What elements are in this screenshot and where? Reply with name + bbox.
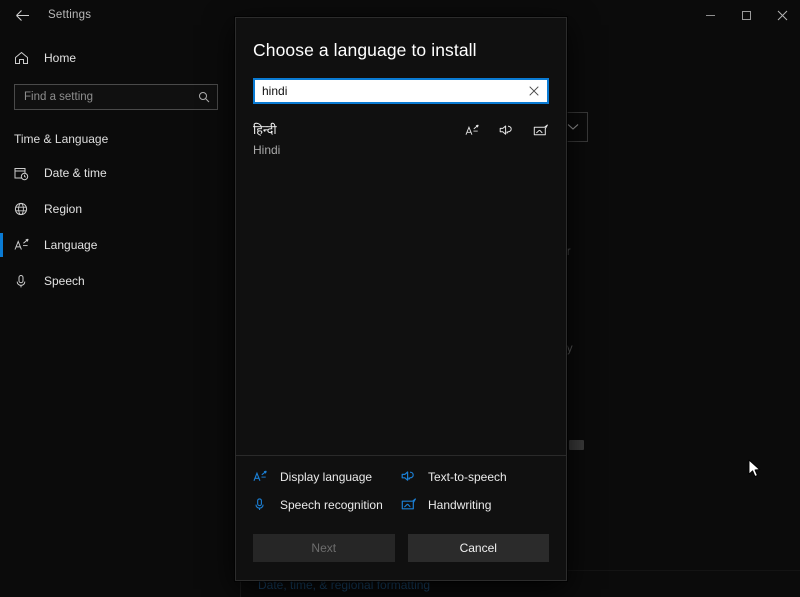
sidebar-item-home[interactable]: Home: [0, 42, 232, 74]
handwriting-icon: [401, 498, 425, 512]
window-title: Settings: [48, 9, 91, 21]
minimize-icon: [705, 10, 716, 21]
legend-label-text-to-speech: Text-to-speech: [428, 470, 507, 484]
back-arrow-icon: [15, 9, 30, 22]
legend-label-speech-recognition: Speech recognition: [280, 498, 383, 512]
legend-item-speech-recognition: Speech recognition: [253, 497, 401, 512]
handwriting-icon: [533, 124, 549, 138]
search-icon: [198, 91, 210, 103]
calendar-clock-icon: [14, 166, 36, 181]
globe-icon: [14, 202, 36, 217]
sidebar-section-title: Time & Language: [14, 132, 232, 146]
dialog-title: Choose a language to install: [253, 40, 549, 61]
sidebar-item-region[interactable]: Region: [0, 192, 232, 226]
language-names: हिन्दी Hindi: [253, 122, 465, 159]
settings-app: Settings: [0, 0, 800, 597]
sidebar-item-date-time[interactable]: Date & time: [0, 156, 232, 190]
language-search-field[interactable]: [253, 78, 549, 104]
microphone-icon: [253, 497, 277, 512]
language-capabilities: [465, 122, 549, 138]
language-native-name: हिन्दी: [253, 122, 465, 139]
legend-item-handwriting: Handwriting: [401, 497, 549, 512]
choose-language-dialog: Choose a language to install हिन्दी Hind…: [235, 17, 567, 581]
dialog-header: Choose a language to install: [236, 18, 566, 61]
cancel-button[interactable]: Cancel: [408, 534, 550, 562]
microphone-icon: [14, 274, 36, 289]
window-controls: [692, 0, 800, 30]
language-search-input[interactable]: [255, 80, 547, 102]
language-english-name: Hindi: [253, 142, 465, 159]
close-icon: [777, 10, 788, 21]
chevron-down-icon: [567, 123, 579, 131]
text-to-speech-icon: [401, 470, 425, 484]
sidebar-item-home-label: Home: [44, 51, 76, 65]
display-language-icon: [253, 470, 277, 484]
sidebar-item-speech[interactable]: Speech: [0, 264, 232, 298]
dialog-actions: Next Cancel: [236, 516, 566, 580]
sidebar-item-language[interactable]: Language: [0, 228, 232, 262]
minimize-button[interactable]: [692, 0, 728, 30]
sidebar-item-date-time-label: Date & time: [44, 166, 107, 180]
maximize-icon: [741, 10, 752, 21]
sidebar-item-region-label: Region: [44, 202, 82, 216]
language-icon: [14, 238, 36, 253]
sidebar-item-language-label: Language: [44, 238, 97, 252]
sidebar-search[interactable]: [14, 84, 218, 110]
legend-label-handwriting: Handwriting: [428, 498, 491, 512]
close-button[interactable]: [764, 0, 800, 30]
next-button[interactable]: Next: [253, 534, 395, 562]
home-icon: [14, 51, 36, 65]
capability-legend: Display language Text-to-speech: [236, 456, 566, 516]
search-input[interactable]: [15, 85, 217, 109]
list-item[interactable]: हिन्दी Hindi: [236, 116, 566, 169]
legend-item-text-to-speech: Text-to-speech: [401, 470, 549, 484]
legend-item-display-language: Display language: [253, 470, 401, 484]
legend-label-display-language: Display language: [280, 470, 372, 484]
display-language-icon: [465, 124, 480, 138]
sidebar-item-speech-label: Speech: [44, 274, 85, 288]
maximize-button[interactable]: [728, 0, 764, 30]
language-results-list[interactable]: हिन्दी Hindi: [236, 116, 566, 455]
sidebar: Home Time & Language: [0, 30, 232, 597]
clear-search-button[interactable]: [527, 84, 541, 98]
close-icon: [529, 86, 539, 96]
text-to-speech-icon: [499, 124, 514, 138]
background-keyboard-chip: [569, 440, 584, 450]
back-button[interactable]: [0, 0, 44, 30]
